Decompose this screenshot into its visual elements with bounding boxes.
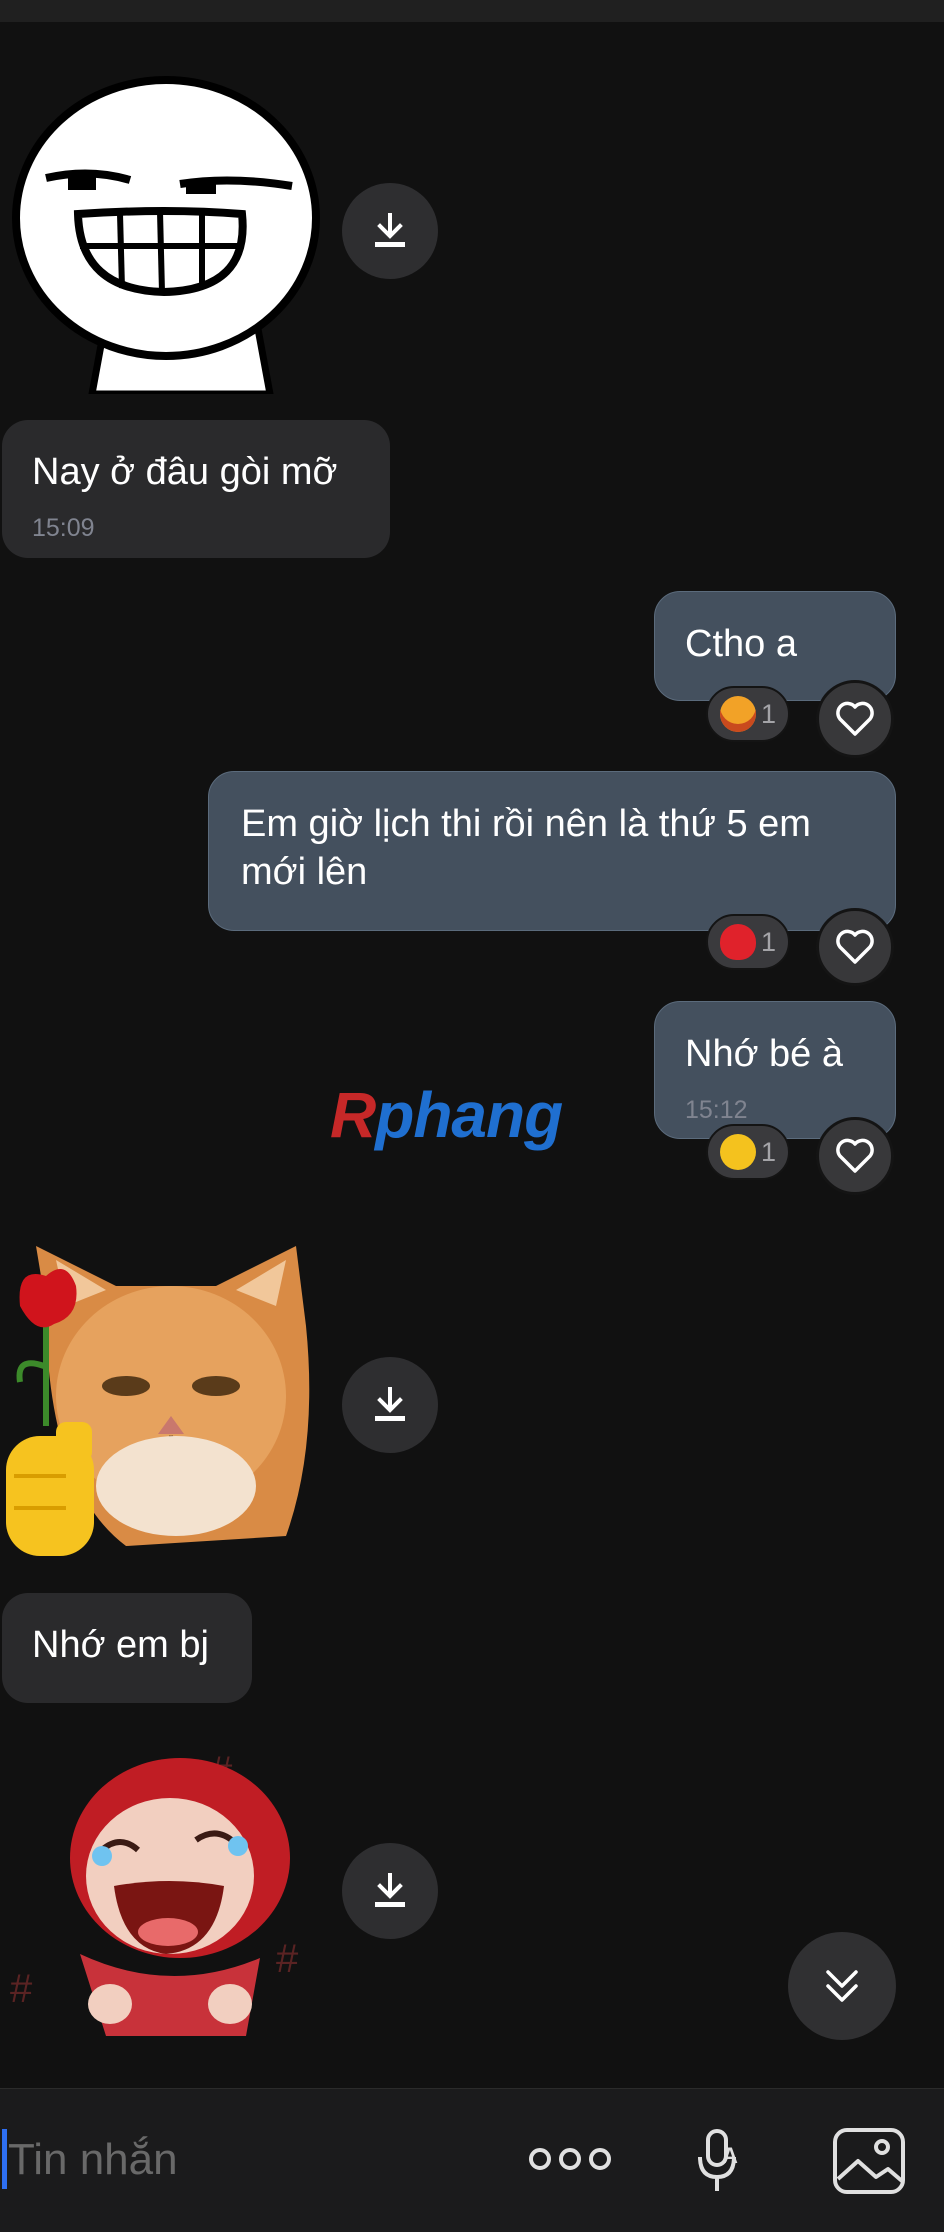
text-cursor — [2, 2129, 7, 2189]
message-text: Nhớ em bj — [32, 1624, 209, 1666]
status-bar — [0, 0, 944, 22]
image-icon — [833, 2128, 905, 2194]
svg-text:#: # — [276, 1937, 299, 1981]
like-button[interactable] — [816, 680, 894, 758]
reaction-badge[interactable]: 1 — [706, 1124, 791, 1180]
heart-icon — [836, 929, 874, 964]
download-button[interactable] — [342, 1843, 438, 1939]
download-icon — [375, 1873, 405, 1907]
reaction-count: 1 — [761, 698, 777, 729]
laughing-emoji-icon — [720, 696, 756, 732]
reaction-badge[interactable]: 1 — [706, 914, 791, 970]
cat-rose-sticker[interactable] — [6, 1246, 322, 1566]
like-button[interactable] — [816, 1117, 894, 1195]
scroll-to-bottom-button[interactable] — [788, 1932, 896, 2040]
download-button[interactable] — [342, 183, 438, 279]
message-time: 15:09 — [32, 514, 95, 542]
svg-text:#: # — [10, 1967, 33, 2011]
reaction-count: 1 — [761, 1136, 777, 1167]
message-composer: Tin nhắn A — [0, 2088, 944, 2232]
heart-icon — [836, 701, 874, 736]
heart-emoji-icon — [720, 924, 756, 960]
more-icon — [529, 2148, 611, 2170]
dizzy-face-emoji-icon — [720, 1134, 756, 1170]
message-text: Nhớ bé à — [685, 1033, 844, 1075]
download-icon — [375, 213, 405, 247]
laughing-hood-sticker[interactable]: # # # — [10, 1736, 322, 2046]
svg-text:A: A — [722, 2143, 738, 2168]
voice-icon: A — [698, 2129, 738, 2191]
incoming-message-bubble[interactable]: Nhớ em bj — [2, 1593, 252, 1703]
heart-icon — [836, 1138, 874, 1173]
incoming-message-bubble[interactable]: Nay ở đâu gòi mỡ 15:09 — [2, 420, 390, 558]
chevrons-down-icon — [826, 1970, 858, 2002]
message-time: 15:12 — [685, 1096, 748, 1124]
download-button[interactable] — [342, 1357, 438, 1453]
message-text: Em giờ lịch thi rồi nên là thứ 5 em mới … — [241, 803, 811, 893]
message-text: Ctho a — [685, 623, 797, 665]
watermark-logo: Rphang — [330, 1079, 563, 1151]
like-button[interactable] — [816, 908, 894, 986]
outgoing-message-bubble[interactable]: Em giờ lịch thi rồi nên là thứ 5 em mới … — [208, 771, 896, 931]
message-text: Nay ở đâu gòi mỡ — [32, 451, 338, 493]
smug-face-sticker[interactable] — [10, 68, 322, 398]
message-input[interactable]: Tin nhắn — [8, 2135, 178, 2185]
more-options-button[interactable] — [528, 2139, 612, 2179]
image-picker-button[interactable] — [832, 2127, 906, 2195]
download-icon — [375, 1387, 405, 1421]
voice-message-button[interactable]: A — [694, 2127, 748, 2195]
reaction-badge[interactable]: 1 — [706, 686, 791, 742]
reaction-count: 1 — [761, 926, 777, 957]
